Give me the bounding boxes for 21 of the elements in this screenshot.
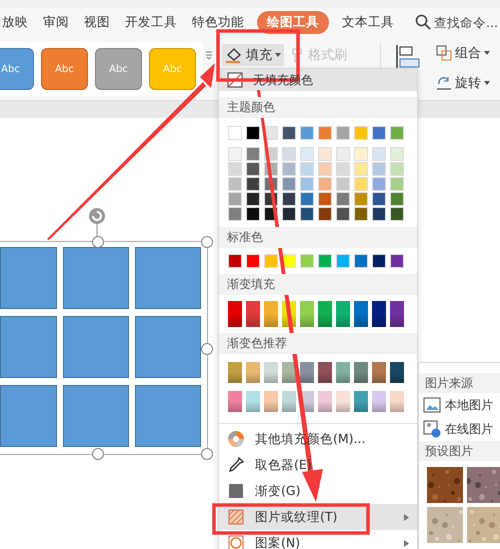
section-title: 标准色 bbox=[219, 227, 417, 248]
section-title: 图片来源 bbox=[419, 373, 500, 393]
section-title: 渐变色推荐 bbox=[219, 333, 417, 354]
rotate-button[interactable]: 旋转 bbox=[433, 72, 493, 94]
ribbon-tab[interactable]: 放映 bbox=[0, 10, 30, 34]
section-title: 渐变填充 bbox=[219, 274, 417, 295]
menu-item[interactable]: 本地图片 bbox=[419, 393, 500, 417]
section-title: 主题颜色 bbox=[219, 97, 417, 118]
ribbon-tab[interactable]: 视图 bbox=[82, 10, 112, 34]
menu-item[interactable]: 在线图片 bbox=[419, 417, 500, 441]
group-button[interactable]: 组合 bbox=[433, 42, 493, 64]
menu-item[interactable]: 图片或纹理(T) bbox=[219, 504, 417, 530]
ribbon-tab[interactable]: 特色功能 bbox=[190, 10, 246, 34]
ribbon-tab[interactable]: 文本工具 bbox=[340, 10, 396, 34]
menu-item[interactable]: 渐变(G) bbox=[219, 478, 417, 504]
section-title: 预设图片 bbox=[419, 441, 500, 461]
fill-button[interactable]: 填充 bbox=[222, 44, 284, 66]
menu-item[interactable]: 图案(N) bbox=[219, 530, 417, 549]
search-field[interactable]: 查找命令... bbox=[415, 14, 500, 30]
ribbon-tab[interactable]: 审阅 bbox=[41, 10, 71, 34]
ribbon-tab[interactable]: 开发工具 bbox=[123, 10, 179, 34]
